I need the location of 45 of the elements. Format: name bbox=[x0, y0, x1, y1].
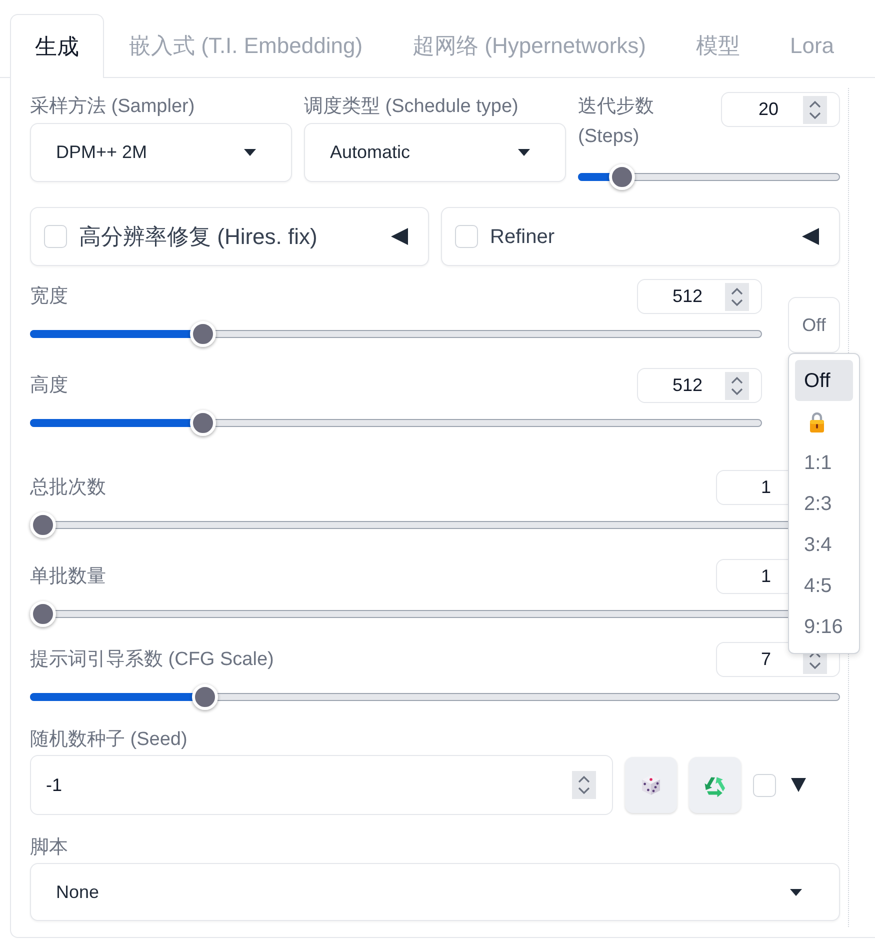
field-label: 单批数量 bbox=[30, 564, 106, 588]
caret-icon bbox=[518, 149, 530, 156]
dice-icon bbox=[639, 773, 663, 797]
field-label: 采样方法 (Sampler) bbox=[30, 95, 196, 119]
spinner-icon[interactable] bbox=[803, 96, 827, 124]
slider-thumb[interactable] bbox=[30, 601, 56, 627]
tab[interactable]: 生成 bbox=[10, 14, 104, 78]
field-label: 高度 bbox=[30, 374, 68, 398]
script-dropdown[interactable]: None bbox=[30, 863, 840, 921]
accordion-title: 高分辨率修复 (Hires. fix) bbox=[79, 223, 318, 251]
left-triangle-icon[interactable] bbox=[391, 228, 408, 245]
field-label: 提示词引导系数 (CFG Scale) bbox=[30, 648, 274, 672]
accordion-header[interactable]: 高分辨率修复 (Hires. fix) bbox=[30, 207, 429, 266]
number-field[interactable]: 20 bbox=[721, 92, 840, 127]
aspect-ratio-button[interactable]: Off bbox=[788, 297, 840, 353]
spinner-icon[interactable] bbox=[572, 771, 596, 799]
checkbox[interactable] bbox=[753, 774, 776, 796]
accordion-title: Refiner bbox=[490, 224, 554, 250]
left-triangle-icon[interactable] bbox=[802, 228, 819, 245]
number-field[interactable]: 512 bbox=[637, 368, 762, 403]
checkbox[interactable] bbox=[455, 225, 478, 248]
schedule-dropdown[interactable]: Automatic bbox=[304, 123, 566, 182]
number-field[interactable]: 512 bbox=[637, 279, 762, 314]
sampler-dropdown[interactable]: DPM++ 2M bbox=[30, 123, 292, 182]
field-label: 脚本 bbox=[30, 836, 69, 860]
checkbox[interactable] bbox=[44, 225, 67, 248]
field-label: 随机数种子 (Seed) bbox=[30, 728, 188, 752]
field-label: 迭代步数 (Steps) bbox=[578, 95, 655, 149]
field-label: 调度类型 (Schedule type) bbox=[304, 95, 520, 119]
accordion-header[interactable]: Refiner bbox=[441, 207, 840, 266]
lock-icon bbox=[808, 410, 826, 432]
slider-thumb[interactable] bbox=[608, 164, 635, 190]
slider-thumb[interactable] bbox=[30, 512, 56, 538]
spinner-icon[interactable] bbox=[725, 372, 749, 400]
down-triangle-icon[interactable] bbox=[791, 778, 806, 792]
slider-thumb[interactable] bbox=[190, 321, 216, 347]
seed-input[interactable]: -1 bbox=[30, 755, 613, 815]
menu-item[interactable]: Off bbox=[795, 360, 853, 401]
caret-icon bbox=[790, 888, 802, 896]
slider-thumb[interactable] bbox=[192, 684, 218, 710]
slider-thumb[interactable] bbox=[190, 410, 216, 436]
spinner-icon[interactable] bbox=[725, 282, 749, 310]
field-label: 宽度 bbox=[30, 284, 68, 308]
field-label: 总批次数 bbox=[30, 476, 106, 500]
caret-icon bbox=[244, 149, 256, 156]
